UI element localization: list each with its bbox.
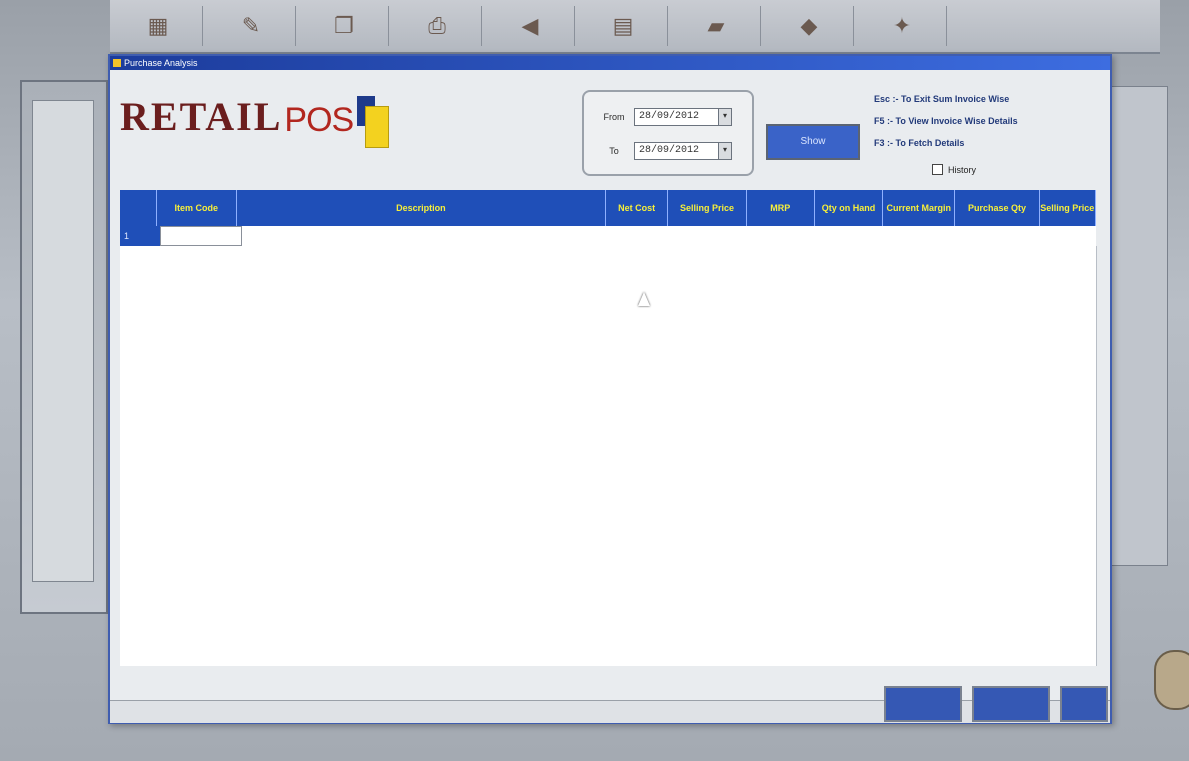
calendar-icon: ▤ xyxy=(612,13,634,38)
grid-header-row: Item Code Description Net Cost Selling P… xyxy=(120,190,1096,226)
logo-mark-icon xyxy=(357,96,390,148)
toolbar-button-2[interactable]: ✎ xyxy=(207,6,296,46)
show-button[interactable]: Show xyxy=(766,124,860,160)
grid-header-cell[interactable]: Selling Price xyxy=(668,190,747,226)
toolbar-button-1[interactable]: ▦ xyxy=(114,6,203,46)
grid-header-cell[interactable]: Current Margin xyxy=(883,190,956,226)
retailpos-logo: RETAIL POS xyxy=(120,94,390,148)
history-label: History xyxy=(948,164,977,175)
tag-icon: ✦ xyxy=(892,13,912,38)
from-date-picker[interactable]: 28/09/2012 ▾ xyxy=(634,108,732,126)
logo-yellow-square xyxy=(365,106,390,148)
purchase-analysis-window: Purchase Analysis RETAIL POS From 28/09/… xyxy=(108,54,1112,724)
grid-header-cell[interactable]: Purchase Qty xyxy=(955,190,1040,226)
toolbar-button-7[interactable]: ▰ xyxy=(672,6,761,46)
window-title: Purchase Analysis xyxy=(124,58,198,68)
calendar-dropdown-icon[interactable]: ▾ xyxy=(718,143,731,159)
back-icon: ◀ xyxy=(521,13,539,38)
grid-header-cell[interactable]: Item Code xyxy=(157,190,237,226)
window-icon xyxy=(113,59,121,67)
footer-button-1[interactable] xyxy=(884,686,962,722)
toolbar-button-5[interactable]: ◀ xyxy=(486,6,575,46)
item-code-input[interactable] xyxy=(160,226,242,246)
from-date-row: From 28/09/2012 ▾ xyxy=(594,108,732,126)
to-label: To xyxy=(609,146,619,156)
grid-input-row[interactable]: 1 xyxy=(120,226,1096,247)
toolbar-button-8[interactable]: ◆ xyxy=(765,6,854,46)
to-date-row: To 28/09/2012 ▾ xyxy=(594,142,732,160)
toolbar-button-4[interactable]: ⎙ xyxy=(393,6,482,46)
toolbar-button-3[interactable]: ❐ xyxy=(300,6,389,46)
grid-icon: ▦ xyxy=(147,13,169,38)
grid-header-cell xyxy=(120,190,157,226)
grid-header-cell[interactable]: Qty on Hand xyxy=(815,190,884,226)
from-date-value: 28/09/2012 xyxy=(639,111,700,122)
mouse-cursor-icon xyxy=(638,292,650,306)
toolbar-button-6[interactable]: ▤ xyxy=(579,6,668,46)
row-index: 1 xyxy=(120,226,160,246)
date-range-box: From 28/09/2012 ▾ To 28/09/2012 ▾ xyxy=(582,90,754,176)
calendar-dropdown-icon[interactable]: ▾ xyxy=(718,109,731,125)
to-date-value: 28/09/2012 xyxy=(639,145,700,156)
printer-icon: ⎙ xyxy=(428,13,446,38)
checkbox-box[interactable] xyxy=(932,164,943,175)
grid-header-cell[interactable]: Net Cost xyxy=(606,190,669,226)
grid-header-cell[interactable]: Description xyxy=(237,190,606,226)
footer-button-2[interactable] xyxy=(972,686,1050,722)
round-widget-icon[interactable] xyxy=(1154,650,1189,710)
row-remaining-cells[interactable] xyxy=(242,226,1096,246)
to-date-picker[interactable]: 28/09/2012 ▾ xyxy=(634,142,732,160)
right-side-strip xyxy=(1108,86,1168,566)
left-side-panel xyxy=(20,80,108,614)
logo-pos-text: POS xyxy=(284,101,354,139)
footer-button-3[interactable] xyxy=(1060,686,1108,722)
logo-retail-text: RETAIL xyxy=(120,94,283,139)
eraser-icon: ◆ xyxy=(800,13,818,38)
grid-body[interactable] xyxy=(120,246,1097,666)
grid-header-cell[interactable]: MRP xyxy=(747,190,815,226)
main-toolbar: ▦ ✎ ❐ ⎙ ◀ ▤ ▰ ◆ ✦ xyxy=(110,0,1160,54)
toolbar-button-9[interactable]: ✦ xyxy=(858,6,947,46)
from-label: From xyxy=(603,112,625,122)
history-checkbox[interactable]: History xyxy=(932,164,976,175)
left-side-panel-inner xyxy=(32,100,94,582)
grid-header-cell[interactable]: Selling Price xyxy=(1040,190,1096,226)
document-icon: ❐ xyxy=(334,13,354,38)
shortcut-hints: Esc :- To Exit Sum Invoice Wise F5 :- To… xyxy=(874,88,1018,154)
shortcut-hint: Esc :- To Exit Sum Invoice Wise xyxy=(874,94,1010,104)
shortcut-hint: F3 :- To Fetch Details xyxy=(874,138,965,148)
book-icon: ▰ xyxy=(707,13,725,38)
folder-icon: ✎ xyxy=(241,13,261,38)
shortcut-hint: F5 :- To View Invoice Wise Details xyxy=(874,116,1018,126)
window-titlebar: Purchase Analysis xyxy=(110,56,1110,70)
